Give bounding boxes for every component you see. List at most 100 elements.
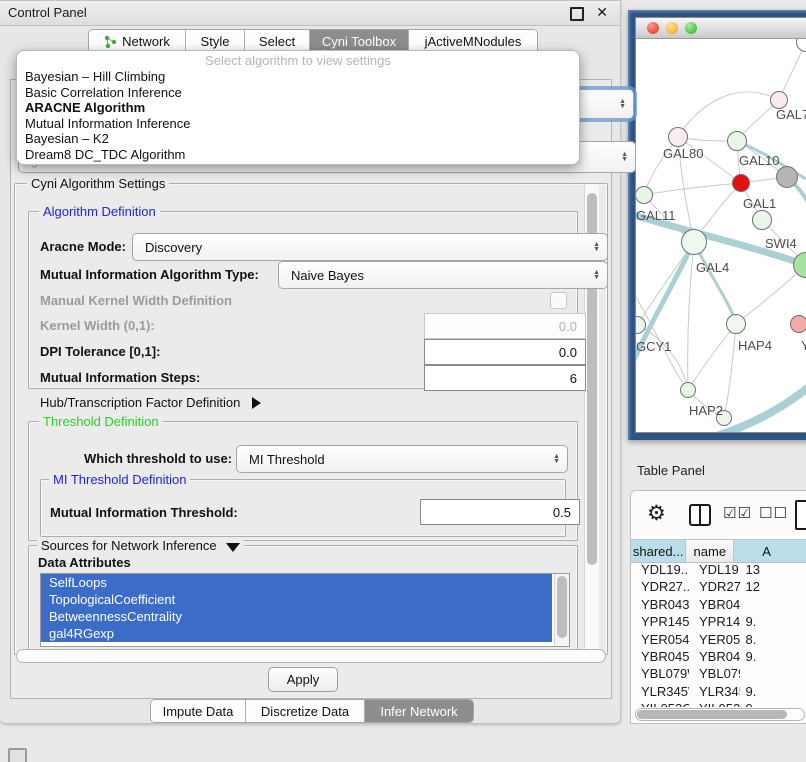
table-row[interactable]: YDR27...YDR27...12 xyxy=(631,578,806,595)
which-threshold-value: MI Threshold xyxy=(249,452,325,467)
table-cell[interactable]: YPR145W xyxy=(689,613,740,630)
table-cell[interactable]: YDL19... xyxy=(631,561,689,578)
zoom-traffic-light[interactable] xyxy=(685,22,697,34)
table-cell[interactable]: YBL079W xyxy=(631,665,689,682)
deselect-all-checkboxes-icon[interactable]: ☐☐ xyxy=(759,504,788,522)
table-cell[interactable]: YDR27... xyxy=(631,578,689,595)
table-cell[interactable] xyxy=(740,665,806,682)
network-node[interactable] xyxy=(726,314,746,334)
algorithm-option[interactable]: ARACNE Algorithm xyxy=(17,100,579,116)
table-cell[interactable]: YBR043C xyxy=(689,596,740,613)
algorithm-option[interactable]: Bayesian – Hill Climbing xyxy=(17,69,579,85)
network-node[interactable] xyxy=(796,39,806,52)
network-node[interactable] xyxy=(681,229,707,255)
tab-impute-data[interactable]: Impute Data xyxy=(151,700,246,722)
network-node[interactable] xyxy=(776,166,798,188)
collapsed-panel-icon[interactable] xyxy=(8,748,27,762)
tab-infer-network[interactable]: Infer Network xyxy=(365,700,473,722)
network-node[interactable] xyxy=(752,210,772,230)
table-cell[interactable]: YER054C xyxy=(631,631,689,648)
gear-icon[interactable]: ⚙ xyxy=(647,501,666,526)
table-row[interactable]: YIL052CYIL052C9 xyxy=(631,700,806,707)
table-cell[interactable]: YBR043C xyxy=(631,596,689,613)
select-all-checkboxes-icon[interactable]: ☑☑ xyxy=(723,504,752,522)
table-cell[interactable]: YIL052C xyxy=(689,700,740,707)
float-window-icon[interactable] xyxy=(570,7,584,21)
table-cell[interactable]: YBR045C xyxy=(631,648,689,665)
attributes-scrollbar[interactable] xyxy=(554,574,569,646)
which-threshold-combo[interactable]: MI Threshold ▲▼ xyxy=(236,445,568,473)
tab-discretize-data[interactable]: Discretize Data xyxy=(246,700,365,722)
table-cell[interactable] xyxy=(740,596,806,613)
network-canvas[interactable]: GAL7GAL80GAL10GAL1GAL11SWI4GAL4GCY1HAP4Y… xyxy=(636,39,806,432)
sources-group-title[interactable]: Sources for Network Inference xyxy=(37,538,244,553)
table-cell[interactable]: YBR045C xyxy=(689,648,740,665)
tab-style[interactable]: Style xyxy=(186,30,245,52)
table-cell[interactable]: 13 xyxy=(740,561,806,578)
table-cell[interactable]: 12 xyxy=(740,578,806,595)
tab-cyni-toolbox[interactable]: Cyni Toolbox xyxy=(310,30,409,52)
tab-select[interactable]: Select xyxy=(245,30,310,52)
table-horizontal-scrollbar[interactable] xyxy=(635,708,805,721)
network-node[interactable] xyxy=(793,252,806,278)
mi-threshold-field[interactable]: 0.5 xyxy=(420,499,580,525)
network-node[interactable] xyxy=(790,315,806,333)
algorithm-option[interactable]: Bayesian – K2 xyxy=(17,131,579,147)
algorithm-option[interactable]: Basic Correlation Inference xyxy=(17,85,579,101)
close-icon[interactable]: ✕ xyxy=(596,4,608,21)
table-cell[interactable]: 9. xyxy=(740,683,806,700)
aracne-mode-combo[interactable]: Discovery ▲▼ xyxy=(132,233,608,261)
table-cell[interactable]: 9. xyxy=(740,613,806,630)
table-row[interactable]: YBR043CYBR043C xyxy=(631,596,806,613)
table-row[interactable]: YDL19...YDL19...13 xyxy=(631,561,806,578)
table-cell[interactable]: YLR345W xyxy=(631,683,689,700)
columns-icon[interactable] xyxy=(689,504,711,526)
table-cell[interactable]: YLR345W xyxy=(689,683,740,700)
combo-spinner-icon: ▲▼ xyxy=(553,454,560,464)
attribute-item[interactable]: SelfLoops xyxy=(41,574,552,591)
close-traffic-light[interactable] xyxy=(647,22,659,34)
table-cell[interactable]: YIL052C xyxy=(631,700,689,707)
mi-steps-field[interactable]: 6 xyxy=(424,365,586,391)
network-node[interactable] xyxy=(636,316,646,334)
algorithm-option[interactable]: Mutual Information Inference xyxy=(17,116,579,132)
table-cell[interactable]: YDL19... xyxy=(689,561,740,578)
dpi-tolerance-field[interactable]: 0.0 xyxy=(424,339,586,365)
network-node[interactable] xyxy=(668,127,688,147)
table-cell[interactable]: YER054C xyxy=(689,631,740,648)
table-row[interactable]: YLR345WYLR345W9. xyxy=(631,683,806,700)
table-cell[interactable]: 9 xyxy=(740,700,806,707)
attributes-scrollbar-thumb[interactable] xyxy=(557,576,567,638)
network-node[interactable] xyxy=(636,186,653,204)
minimize-traffic-light[interactable] xyxy=(666,22,678,34)
attribute-item[interactable]: BetweennessCentrality xyxy=(41,608,552,625)
document-icon[interactable] xyxy=(795,500,806,530)
hub-definition-expander[interactable]: Hub/Transcription Factor Definition xyxy=(40,395,261,410)
apply-button[interactable]: Apply xyxy=(268,667,338,692)
tab-network[interactable]: Network xyxy=(89,30,186,52)
table-column-header[interactable]: A xyxy=(734,540,806,562)
table-row[interactable]: YER054CYER054C8. xyxy=(631,631,806,648)
table-cell[interactable]: YDR27... xyxy=(689,578,740,595)
network-node[interactable] xyxy=(727,131,747,151)
table-cell[interactable]: YPR145W xyxy=(631,613,689,630)
table-hscroll-thumb[interactable] xyxy=(637,710,787,719)
algorithm-option[interactable]: Dream8 DC_TDC Algorithm xyxy=(17,147,579,163)
network-node[interactable] xyxy=(732,174,750,192)
table-column-header[interactable]: shared... xyxy=(631,540,686,562)
manual-kernel-checkbox[interactable] xyxy=(550,292,567,309)
table-column-header[interactable]: name xyxy=(686,540,734,562)
tab-jactivemnodules[interactable]: jActiveMNodules xyxy=(409,30,537,52)
table-cell[interactable]: 8. xyxy=(740,631,806,648)
settings-horizontal-scrollbar[interactable] xyxy=(16,649,606,663)
kernel-width-field[interactable]: 0.0 xyxy=(424,313,586,339)
table-row[interactable]: YBR045CYBR045C9. xyxy=(631,648,806,665)
table-cell[interactable]: 9. xyxy=(740,648,806,665)
attribute-item[interactable]: gal4RGexp xyxy=(41,625,552,642)
mi-algorithm-type-combo[interactable]: Naive Bayes ▲▼ xyxy=(278,261,608,289)
table-row[interactable]: YBL079WYBL079W xyxy=(631,665,806,682)
table-cell[interactable]: YBL079W xyxy=(689,665,740,682)
network-node[interactable] xyxy=(680,382,696,398)
attribute-item[interactable]: TopologicalCoefficient xyxy=(41,591,552,608)
table-row[interactable]: YPR145WYPR145W9. xyxy=(631,613,806,630)
